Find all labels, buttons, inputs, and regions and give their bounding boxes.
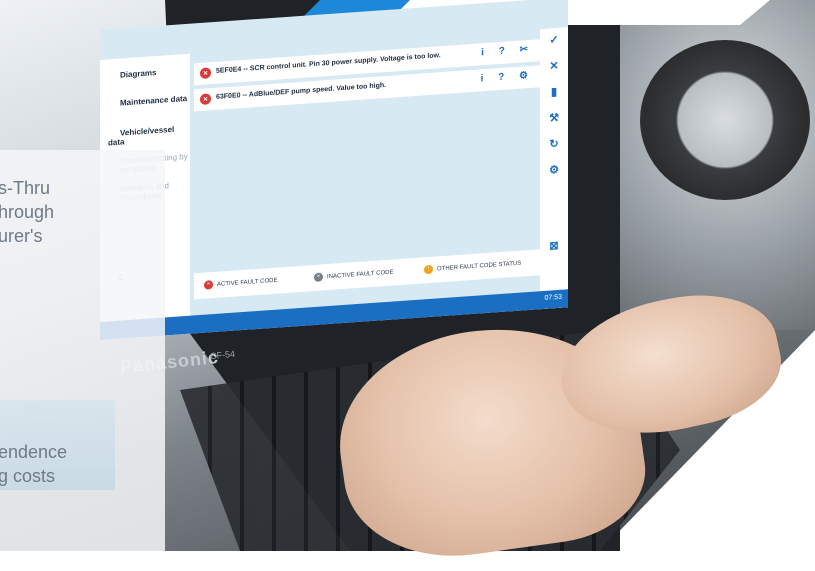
- legend-other: ! OTHER FAULT CODE STATUS: [424, 259, 521, 275]
- close-small-icon[interactable]: ⊠: [548, 240, 560, 253]
- clock-text: 07:53: [544, 293, 562, 302]
- close-icon[interactable]: ✕: [548, 60, 560, 73]
- fault-text: 63F0E0 -- AdBlue/DEF pump speed. Value t…: [216, 81, 387, 101]
- sidebar-item-diagrams[interactable]: Diagrams: [108, 68, 156, 80]
- fault-tools[interactable]: i ? ✂: [481, 44, 534, 59]
- trash-icon[interactable]: ▮: [548, 86, 560, 99]
- overlay-line: s-Thru: [0, 178, 51, 198]
- sidebar-item-maintenance[interactable]: Maintenance data: [108, 94, 187, 109]
- fault-text: 5EF0E4 -- SCR control unit. Pin 30 power…: [216, 52, 441, 75]
- inactive-dot-icon: ×: [314, 272, 323, 283]
- right-toolbar: ✓ ✕ ▮ ⚒ ↻ ⚙ ⊠: [540, 27, 568, 310]
- active-fault-icon: ×: [200, 93, 211, 106]
- engine-icon[interactable]: ⚙: [548, 164, 560, 177]
- text-overlay-panel: s-Thru hrough urer's endence g costs: [0, 150, 165, 551]
- refresh-icon[interactable]: ↻: [548, 138, 560, 151]
- overlay-line: g costs: [0, 466, 56, 486]
- wrench-icon[interactable]: ⚒: [548, 112, 560, 125]
- check-icon[interactable]: ✓: [548, 34, 560, 47]
- fault-tools[interactable]: i ? ⚙: [481, 70, 534, 85]
- truck-tire: [640, 40, 810, 200]
- legend-active: × ACTIVE FAULT CODE: [204, 276, 277, 290]
- fault-legend: × ACTIVE FAULT CODE × INACTIVE FAULT CODE …: [194, 249, 540, 300]
- legend-inactive: × INACTIVE FAULT CODE: [314, 267, 393, 283]
- active-dot-icon: ×: [204, 280, 213, 290]
- other-dot-icon: !: [424, 264, 433, 275]
- overlay-line: hrough: [0, 202, 55, 222]
- laptop-screen: Diagrams Maintenance data Vehicle/vessel…: [100, 0, 568, 340]
- active-fault-icon: ×: [200, 67, 211, 80]
- overlay-line: endence: [0, 442, 68, 462]
- sidebar-item-vehicle-data[interactable]: Vehicle/vessel data: [108, 124, 190, 148]
- overlay-line: urer's: [0, 226, 43, 246]
